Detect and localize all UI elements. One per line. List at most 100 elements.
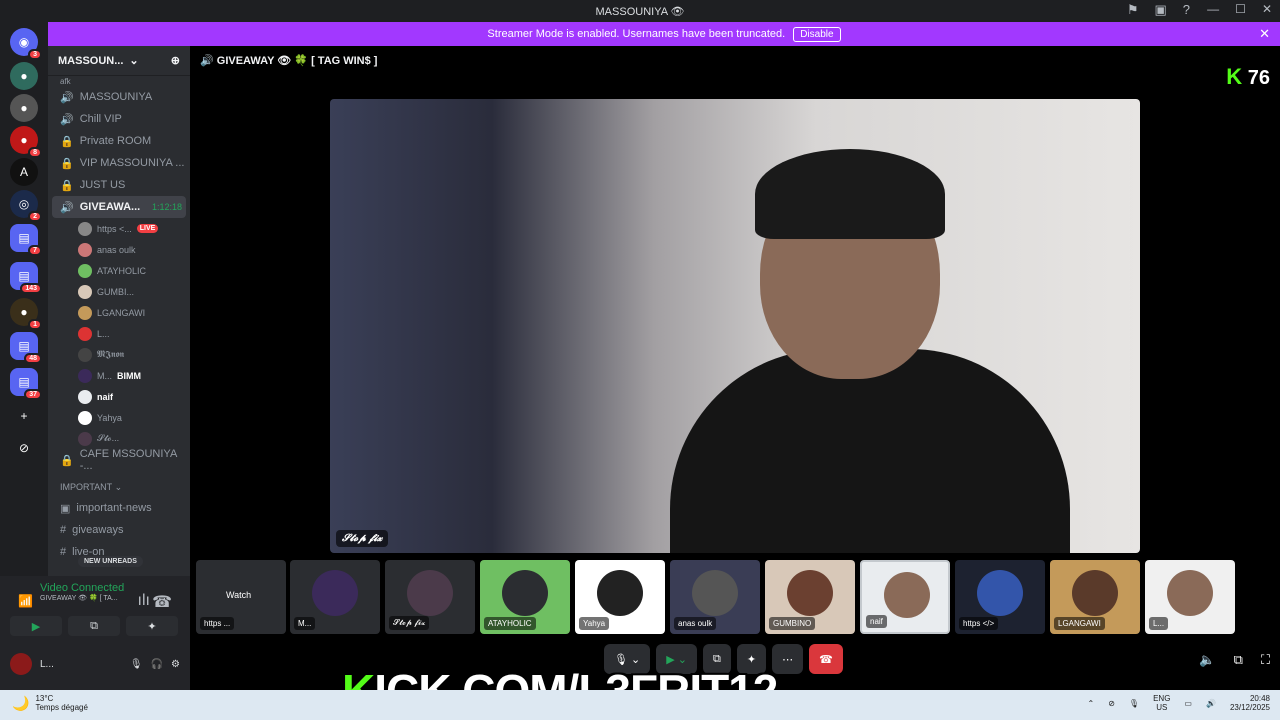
lock-icon: 🔒 — [60, 454, 74, 467]
chevron-up-icon[interactable]: ⌃ — [1088, 699, 1095, 708]
participant-tile[interactable]: Watch https ... — [196, 560, 286, 634]
close-icon[interactable]: ✕ — [1262, 2, 1272, 16]
activities-button[interactable]: ✦ — [126, 616, 178, 636]
lock-icon: 🔒 — [60, 135, 74, 148]
server-header[interactable]: MASSOUN... ⌄ ⊕ — [48, 46, 190, 76]
volume-icon[interactable]: 🔈 — [1199, 652, 1215, 668]
channel-item[interactable]: ▣ important-news — [48, 497, 190, 519]
weather-widget[interactable]: 🌙 13°C Temps dégagé — [12, 694, 88, 712]
display-icon[interactable]: ▭ — [1184, 699, 1192, 708]
server-icon[interactable]: ◎ 2 — [10, 190, 42, 222]
server-icon[interactable]: ● 8 — [10, 126, 42, 158]
language-indicator[interactable]: ENG US — [1153, 694, 1170, 712]
voice-user[interactable]: ATAYHOLIC — [48, 260, 190, 281]
folder-icon[interactable]: ▤ 48 — [10, 332, 42, 364]
clock[interactable]: 20:48 23/12/2025 — [1230, 694, 1270, 712]
microphone-icon[interactable]: 🎙 — [1129, 699, 1139, 708]
channel-item[interactable]: # giveaways — [48, 519, 190, 541]
participant-tile[interactable]: naif — [860, 560, 950, 634]
add-server-icon[interactable]: + — [10, 402, 38, 430]
user-area: L... 🎙 🎧 ⚙ — [10, 650, 180, 678]
folder-icon[interactable]: ▤ 7 — [10, 224, 42, 256]
participant-tiles: Watch https ... M... 𝓢𝓽𝓸𝓹 𝓯𝓲𝔁 ATAYHOLIC … — [196, 560, 1280, 634]
network-icon[interactable]: ⊘ — [1108, 699, 1115, 708]
channel-item-active[interactable]: 🔊 GIVEAWA... 1:12:18 — [52, 196, 186, 218]
voice-panel: 📶 Video Connected GIVEAWAY 👁 🍀 [ TA... ı… — [0, 576, 190, 690]
flag-icon[interactable]: ⚑ — [1127, 2, 1139, 18]
server-icon[interactable]: ● — [10, 94, 38, 122]
channel-item[interactable]: 🔒 VIP MASSOUNIYA ... — [48, 152, 190, 174]
volume-icon[interactable]: 🔊 — [1206, 699, 1216, 708]
participant-tile[interactable]: M... — [290, 560, 380, 634]
banner-close-icon[interactable]: ✕ — [1259, 26, 1270, 42]
kick-viewer-count: K 76 — [1226, 64, 1270, 89]
home-icon[interactable]: ◉ 3 — [10, 28, 42, 60]
announcement-icon: ▣ — [60, 502, 71, 515]
channel-item[interactable]: 🔒 JUST US — [48, 174, 190, 196]
participant-tile[interactable]: LGANGAWI — [1050, 560, 1140, 634]
signal-icon[interactable]: 📶 — [18, 594, 33, 608]
channel-item[interactable]: 🔊 MASSOUNIYA — [48, 86, 190, 108]
banner-text: Streamer Mode is enabled. Usernames have… — [487, 28, 786, 40]
screen-share-button[interactable]: ⧉ — [68, 616, 120, 636]
voice-user[interactable]: GUMBI... — [48, 281, 190, 302]
maximize-icon[interactable]: ☐ — [1235, 2, 1246, 16]
voice-channel-header: 🔊 GIVEAWAY 👁 🍀 [ TAG WIN$ ] — [200, 55, 378, 67]
hash-icon: # — [60, 524, 67, 536]
streamer-mode-banner: Streamer Mode is enabled. Usernames have… — [48, 22, 1280, 46]
server-icon[interactable]: ● — [10, 62, 38, 90]
channel-item[interactable]: afk — [48, 76, 190, 86]
disable-button[interactable]: Disable — [793, 26, 841, 42]
camera-button[interactable]: ▶ — [10, 616, 62, 636]
voice-user[interactable]: https <... LIVE — [48, 218, 190, 239]
voice-user[interactable]: 𝕸𝕵𝖓𝖔𝖓 — [48, 344, 190, 365]
server-icon[interactable]: ● 1 — [10, 298, 42, 330]
disconnect-icon[interactable]: ☎ — [152, 592, 172, 612]
participant-tile[interactable]: Yahya — [575, 560, 665, 634]
inbox-icon[interactable]: ▣ — [1154, 2, 1166, 18]
popout-icon[interactable]: ⧉ — [1234, 652, 1243, 668]
voice-user[interactable]: naif — [48, 386, 190, 407]
speaker-icon: 🔊 — [60, 91, 74, 104]
microphone-icon[interactable]: 🎙 — [130, 659, 143, 670]
participant-tile[interactable]: ATAYHOLIC — [480, 560, 570, 634]
watch-stream-button[interactable]: Watch — [226, 590, 251, 600]
voice-user[interactable]: anas oulk — [48, 239, 190, 260]
spotlight-username: 𝓢𝓽𝓸𝓹 𝓯𝓲𝔁 — [336, 530, 389, 547]
participant-tile[interactable]: https </> — [955, 560, 1045, 634]
category-header[interactable]: IMPORTANT ⌄ — [48, 477, 190, 497]
leave-call-button[interactable]: ☎ — [809, 644, 843, 674]
server-icon[interactable]: A — [10, 158, 38, 186]
channel-item[interactable]: 🔊 Chill VIP — [48, 108, 190, 130]
new-unreads-button[interactable]: NEW UNREADS — [78, 556, 143, 567]
participant-tile[interactable]: anas oulk — [670, 560, 760, 634]
windows-taskbar: 🌙 13°C Temps dégagé ⌃ ⊘ 🎙 ENG US ▭ 🔊 20:4… — [0, 690, 1280, 720]
participant-tile[interactable]: GUMBINO — [765, 560, 855, 634]
participant-tile[interactable]: L... — [1145, 560, 1235, 634]
voice-stage: 🔊 GIVEAWAY 👁 🍀 [ TAG WIN$ ] K 76 𝓢𝓽𝓸𝓹 𝓯𝓲… — [190, 46, 1280, 690]
spotlight-video[interactable]: 𝓢𝓽𝓸𝓹 𝓯𝓲𝔁 — [330, 99, 1140, 553]
minimize-icon[interactable]: — — [1207, 2, 1219, 16]
avatar[interactable] — [10, 653, 32, 675]
participant-tile[interactable]: 𝓢𝓽𝓸𝓹 𝓯𝓲𝔁 — [385, 560, 475, 634]
channel-sidebar: MASSOUN... ⌄ ⊕ afk 🔊 MASSOUNIYA 🔊 Chill VI… — [48, 46, 190, 576]
fullscreen-icon[interactable]: ⛶ — [1261, 652, 1270, 668]
discover-icon[interactable]: ⊘ — [10, 434, 38, 462]
noise-suppression-icon[interactable]: ılı — [138, 592, 150, 610]
hash-icon: # — [60, 546, 67, 558]
settings-gear-icon[interactable]: ⚙ — [171, 659, 180, 670]
voice-user[interactable]: LGANGAWI — [48, 302, 190, 323]
voice-user[interactable]: L... — [48, 323, 190, 344]
help-icon[interactable]: ? — [1183, 2, 1190, 18]
window-title: MASSOUNIYA 👁 — [595, 5, 685, 18]
voice-user[interactable]: 𝓢𝓽𝓸... — [48, 428, 190, 449]
headphones-icon[interactable]: 🎧 — [151, 659, 163, 670]
voice-user[interactable]: M... BIMM — [48, 365, 190, 386]
channel-item[interactable]: 🔒 CAFE MSSOUNIYA -... — [48, 448, 190, 472]
channel-item[interactable]: 🔒 Private ROOM — [48, 130, 190, 152]
username[interactable]: L... — [40, 659, 54, 670]
folder-icon[interactable]: ▤ 37 — [10, 368, 42, 400]
folder-icon[interactable]: ▤ 143 — [10, 262, 42, 294]
voice-user[interactable]: Yahya — [48, 407, 190, 428]
add-member-icon[interactable]: ⊕ — [171, 54, 180, 67]
